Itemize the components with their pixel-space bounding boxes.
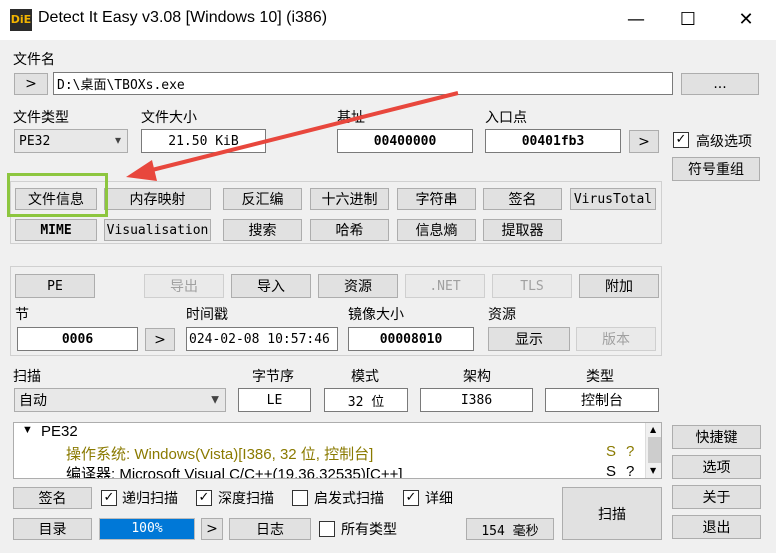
result-os-flag: S [606,443,617,460]
result-compiler-info[interactable]: ? [626,463,634,478]
image-size-field[interactable]: 00008010 [348,327,474,351]
scan-mode-select[interactable]: 自动 ▼ [14,388,226,412]
deep-scan-checkbox[interactable]: ✓ [196,490,212,506]
scroll-down-icon[interactable]: ▼ [650,466,656,475]
progress-text: 100% [131,521,163,536]
all-types-label: 所有类型 [341,522,397,538]
resource-label: 资源 [488,307,516,323]
section-count-field[interactable]: 0006 [17,327,138,351]
version-button[interactable]: 版本 [576,327,656,351]
progress-bar: 100% [99,518,195,540]
endian-field[interactable]: LE [238,388,311,412]
result-os-info[interactable]: ? [626,443,634,460]
heuristic-scan-checkbox[interactable] [292,490,308,506]
results-tree[interactable]: ▼ PE32 操作系统: Windows(Vista)[I386, 32 位, … [13,422,662,479]
scan-button[interactable]: 扫描 [562,487,662,540]
result-os-row[interactable]: 操作系统: Windows(Vista)[I386, 32 位, 控制台] [66,443,373,464]
heuristic-scan-label: 启发式扫描 [314,491,384,507]
result-compiler-flag: S [606,463,617,479]
progress-arrow-button[interactable]: > [201,518,223,540]
directory-button[interactable]: 目录 [13,518,92,540]
type-field[interactable]: 控制台 [545,388,659,412]
all-types-checkbox[interactable] [319,521,335,537]
tab-resources[interactable]: 资源 [318,274,398,298]
show-resources-button[interactable]: 显示 [488,327,570,351]
arch-label: 架构 [463,369,491,385]
arch-field[interactable]: I386 [420,388,533,412]
elapsed-time: 154 毫秒 [466,518,554,540]
tab-imports[interactable]: 导入 [231,274,311,298]
tree-expand-icon[interactable]: ▼ [22,424,33,436]
result-compiler-row[interactable]: 编译器: Microsoft Visual C/C++(19.36.32535)… [66,463,403,478]
endian-label: 字节序 [252,369,294,385]
log-button[interactable]: 日志 [229,518,311,540]
section-arrow-button[interactable]: > [145,328,175,351]
hotkeys-button[interactable]: 快捷键 [672,425,761,449]
results-scrollbar[interactable]: ▲ ▼ [645,423,661,478]
recursive-scan-checkbox[interactable]: ✓ [101,490,117,506]
recursive-scan-label: 递归扫描 [122,491,178,507]
section-label: 节 [15,307,29,323]
tab-exports[interactable]: 导出 [144,274,224,298]
verbose-checkbox[interactable]: ✓ [403,490,419,506]
timestamp-label: 时间戳 [186,307,228,323]
exit-button[interactable]: 退出 [672,515,761,539]
type-label: 类型 [586,369,614,385]
options-button[interactable]: 选项 [672,455,761,479]
signature-bottom-button[interactable]: 签名 [13,487,92,509]
tab-overlay[interactable]: 附加 [579,274,659,298]
scroll-thumb[interactable] [648,437,661,463]
verbose-label: 详细 [425,491,453,507]
mode-field[interactable]: 32 位 [324,388,408,412]
tab-pe[interactable]: PE [15,274,95,298]
tree-root[interactable]: PE32 [41,423,78,440]
image-size-label: 镜像大小 [348,307,404,323]
scroll-up-icon[interactable]: ▲ [650,425,656,434]
mode-label: 模式 [351,369,379,385]
tab-dotnet[interactable]: .NET [405,274,485,298]
about-button[interactable]: 关于 [672,485,761,509]
tab-tls[interactable]: TLS [492,274,572,298]
scan-label: 扫描 [13,369,41,385]
timestamp-field[interactable]: 024-02-08 10:57:46 [186,327,338,351]
deep-scan-label: 深度扫描 [218,491,274,507]
scan-mode-value: 自动 [19,393,47,409]
chevron-down-icon: ▼ [211,394,219,406]
